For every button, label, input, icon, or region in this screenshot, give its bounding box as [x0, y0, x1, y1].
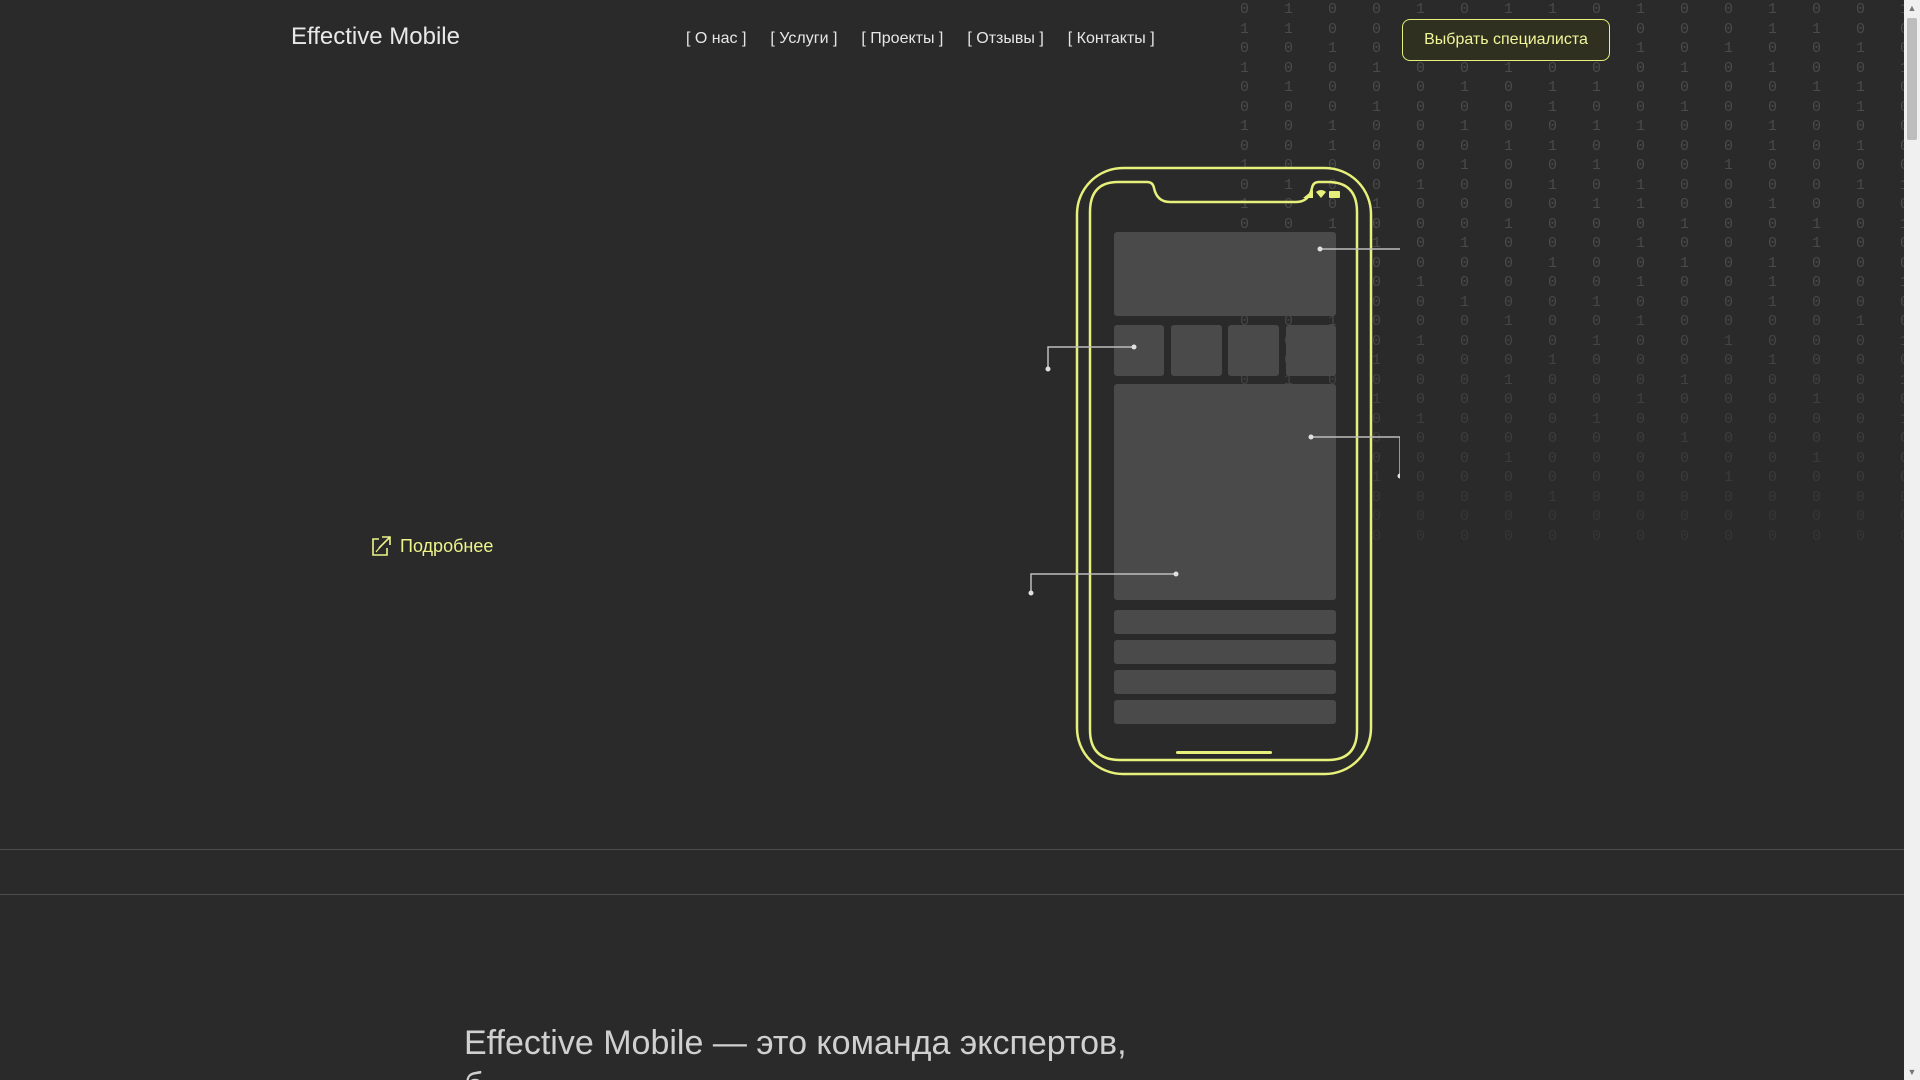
scroll-up-arrow-icon[interactable]: ▲ — [1904, 0, 1920, 16]
battery-icon — [1329, 191, 1340, 198]
nav-contacts[interactable]: [ Контакты ] — [1068, 30, 1155, 48]
phone-illustration — [1028, 166, 1400, 776]
phone-tile-4 — [1286, 325, 1336, 376]
more-link[interactable]: Подробнее — [370, 534, 493, 558]
choose-specialist-button[interactable]: Выбрать специалиста — [1402, 19, 1610, 61]
header: Effective Mobile [ О нас ] [ Услуги ] [ … — [0, 0, 1904, 80]
more-link-label: Подробнее — [400, 535, 494, 556]
scroll-down-arrow-icon[interactable]: ▼ — [1904, 1064, 1920, 1080]
phone-list-row-1 — [1114, 610, 1336, 634]
nav-reviews[interactable]: [ Отзывы ] — [967, 30, 1043, 48]
nav-services[interactable]: [ Услуги ] — [770, 30, 837, 48]
divider-top — [0, 849, 1904, 850]
phone-list-row-3 — [1114, 670, 1336, 694]
phone-banner-block — [1114, 232, 1336, 316]
phone-tile-2 — [1171, 325, 1222, 376]
phone-list-row-4 — [1114, 700, 1336, 724]
external-link-icon — [370, 534, 392, 558]
phone-tile-1 — [1114, 325, 1164, 376]
phone-list-row-2 — [1114, 640, 1336, 664]
scrollbar[interactable]: ▲ ▼ — [1904, 0, 1920, 1080]
wifi-icon — [1316, 190, 1326, 198]
about-heading: Effective Mobile — это команда экспертов… — [464, 1024, 1127, 1062]
logo[interactable]: Effective Mobile — [291, 23, 460, 51]
divider-bottom — [0, 894, 1904, 895]
page: 0 1 0 0 1 0 1 1 0 1 0 0 1 0 0 1 0 1 0 0 … — [0, 0, 1904, 1080]
phone-content-block — [1114, 384, 1336, 600]
phone-tile-3 — [1228, 325, 1279, 376]
nav-about[interactable]: [ О нас ] — [686, 30, 746, 48]
about-heading-line2: б — [464, 1066, 483, 1080]
scroll-thumb[interactable] — [1907, 18, 1917, 140]
home-indicator — [1176, 751, 1272, 754]
main-nav: [ О нас ] [ Услуги ] [ Проекты ] [ Отзыв… — [686, 30, 1155, 48]
nav-projects[interactable]: [ Проекты ] — [861, 30, 943, 48]
